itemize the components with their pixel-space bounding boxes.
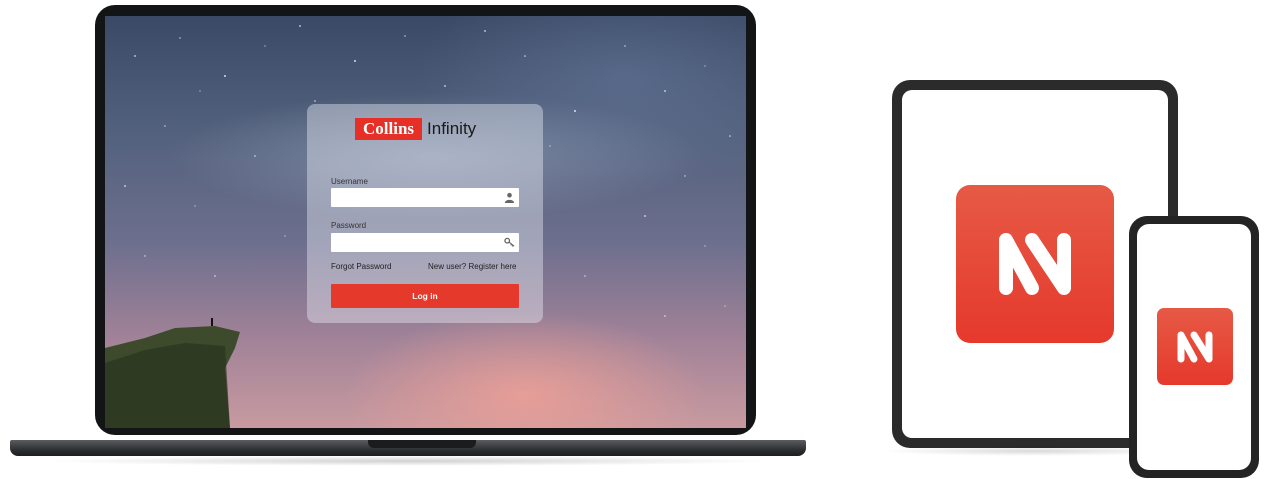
collins-infinity-logo: Collins Infinity — [355, 118, 476, 140]
forgot-password-link[interactable]: Forgot Password — [331, 262, 391, 271]
logo-brand: Collins — [355, 118, 423, 140]
user-icon — [504, 192, 515, 203]
collins-infinity-app-icon[interactable] — [956, 185, 1114, 343]
infinity-logo-icon — [999, 233, 1071, 295]
laptop-notch — [368, 440, 476, 448]
register-prompt: New user? Register here — [428, 262, 517, 271]
register-link[interactable]: Register here — [468, 262, 516, 271]
new-user-text: New user? — [428, 262, 467, 271]
username-input[interactable] — [331, 188, 503, 208]
password-field[interactable] — [331, 233, 519, 253]
login-button[interactable]: Log in — [331, 284, 519, 308]
collins-infinity-app-icon-small[interactable] — [1157, 308, 1233, 385]
laptop-shadow — [40, 456, 780, 466]
infinity-logo-icon — [1177, 331, 1213, 363]
username-label: Username — [331, 177, 368, 186]
password-label: Password — [331, 221, 367, 230]
login-card: Collins Infinity Username Password Forgo… — [307, 104, 543, 323]
password-input[interactable] — [331, 233, 503, 253]
username-field[interactable] — [331, 188, 519, 208]
logo-product: Infinity — [427, 119, 477, 138]
key-icon — [504, 237, 515, 247]
cliff-silhouette — [105, 318, 240, 428]
